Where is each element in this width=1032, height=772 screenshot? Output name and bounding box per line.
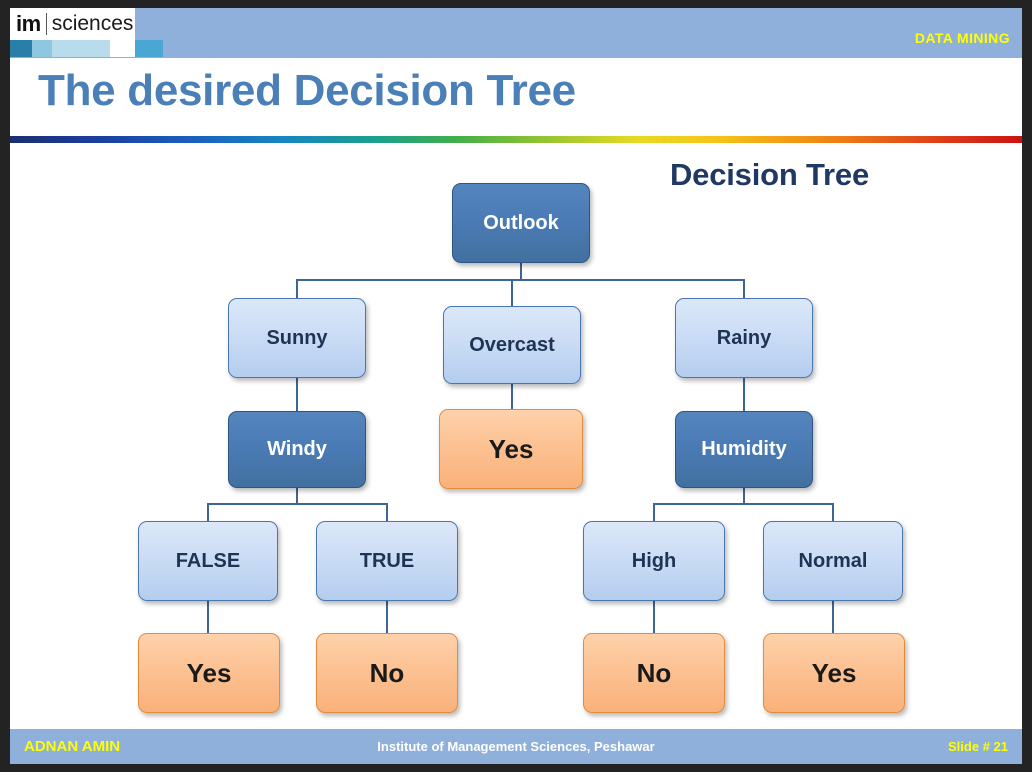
connector-stub — [832, 601, 834, 633]
logo-color-bars — [10, 40, 135, 57]
logo-bar-dark-blue — [10, 40, 32, 57]
tree-node-overcast[interactable]: Overcast — [443, 306, 581, 384]
connector-drop — [296, 279, 298, 298]
tree-node-yes-normal[interactable]: Yes — [763, 633, 905, 713]
connector-bar — [654, 503, 833, 505]
diagram-canvas: Decision Tree Outlook Sunny Overcast Rainy W… — [10, 143, 1022, 729]
tree-node-label: Windy — [267, 438, 327, 460]
tree-node-label: FALSE — [175, 549, 241, 572]
tree-node-no-high[interactable]: No — [583, 633, 725, 713]
connector-drop — [832, 503, 834, 521]
tree-node-true[interactable]: TRUE — [316, 521, 458, 601]
logo-bar-white — [110, 40, 135, 57]
logo-primary-text: im — [16, 11, 41, 36]
connector-drop — [743, 279, 745, 298]
tree-node-sunny[interactable]: Sunny — [228, 298, 366, 378]
tree-node-label: Overcast — [469, 333, 555, 356]
footer-institution: Institute of Management Sciences, Peshaw… — [377, 739, 655, 754]
connector-stub — [520, 263, 522, 279]
tree-node-normal[interactable]: Normal — [763, 521, 903, 601]
tree-node-label: Normal — [798, 549, 868, 572]
slide-outer-frame: im sciences DATA MINING The desired Deci… — [0, 0, 1032, 772]
tree-node-outlook[interactable]: Outlook — [452, 183, 590, 263]
connector-drop — [207, 503, 209, 521]
logo-secondary-text: sciences — [51, 12, 134, 35]
connector-drop — [511, 279, 513, 306]
tree-node-label: No — [369, 657, 405, 688]
diagram-heading: Decision Tree — [670, 157, 869, 192]
connector-drop — [653, 503, 655, 521]
connector-stub — [386, 601, 388, 633]
tree-node-label: Yes — [811, 657, 857, 688]
tree-node-high[interactable]: High — [583, 521, 725, 601]
connector-stub — [653, 601, 655, 633]
tree-node-label: No — [636, 657, 672, 688]
title-area: The desired Decision Tree — [10, 58, 1022, 136]
rainbow-divider — [10, 136, 1022, 143]
tree-node-windy[interactable]: Windy — [228, 411, 366, 488]
connector-stub — [743, 378, 745, 411]
page-title: The desired Decision Tree — [38, 66, 576, 115]
connector-bar — [208, 503, 387, 505]
tree-node-label: Outlook — [483, 211, 559, 234]
connector-stub — [296, 378, 298, 411]
logo-divider — [45, 13, 47, 35]
header-band: im sciences DATA MINING — [10, 8, 1022, 58]
institution-logo: im sciences — [10, 8, 135, 40]
logo-bar-accent — [135, 40, 163, 57]
tree-node-no-true[interactable]: No — [316, 633, 458, 713]
course-tag: DATA MINING — [914, 30, 1010, 46]
tree-node-yes-overcast[interactable]: Yes — [439, 409, 583, 489]
connector-stub — [743, 488, 745, 503]
logo-bar-mid-blue — [32, 40, 52, 57]
tree-node-label: Sunny — [266, 326, 328, 349]
slide: im sciences DATA MINING The desired Deci… — [10, 8, 1022, 764]
tree-node-label: Rainy — [716, 326, 772, 349]
footer-slide-number: Slide # 21 — [948, 739, 1008, 754]
connector-stub — [296, 488, 298, 503]
connector-drop — [386, 503, 388, 521]
tree-node-false[interactable]: FALSE — [138, 521, 278, 601]
connector-bar — [297, 279, 744, 281]
connector-stub — [511, 384, 513, 409]
tree-node-humidity[interactable]: Humidity — [675, 411, 813, 488]
tree-node-label: Yes — [488, 433, 534, 464]
tree-node-label: TRUE — [359, 549, 415, 572]
logo-bar-light-blue — [52, 40, 110, 57]
footer-band: ADNAN AMIN Institute of Management Scien… — [10, 729, 1022, 764]
tree-node-rainy[interactable]: Rainy — [675, 298, 813, 378]
tree-node-label: High — [631, 549, 677, 572]
tree-node-label: Humidity — [701, 438, 787, 460]
connector-stub — [207, 601, 209, 633]
tree-node-yes-false[interactable]: Yes — [138, 633, 280, 713]
tree-node-label: Yes — [186, 657, 232, 688]
